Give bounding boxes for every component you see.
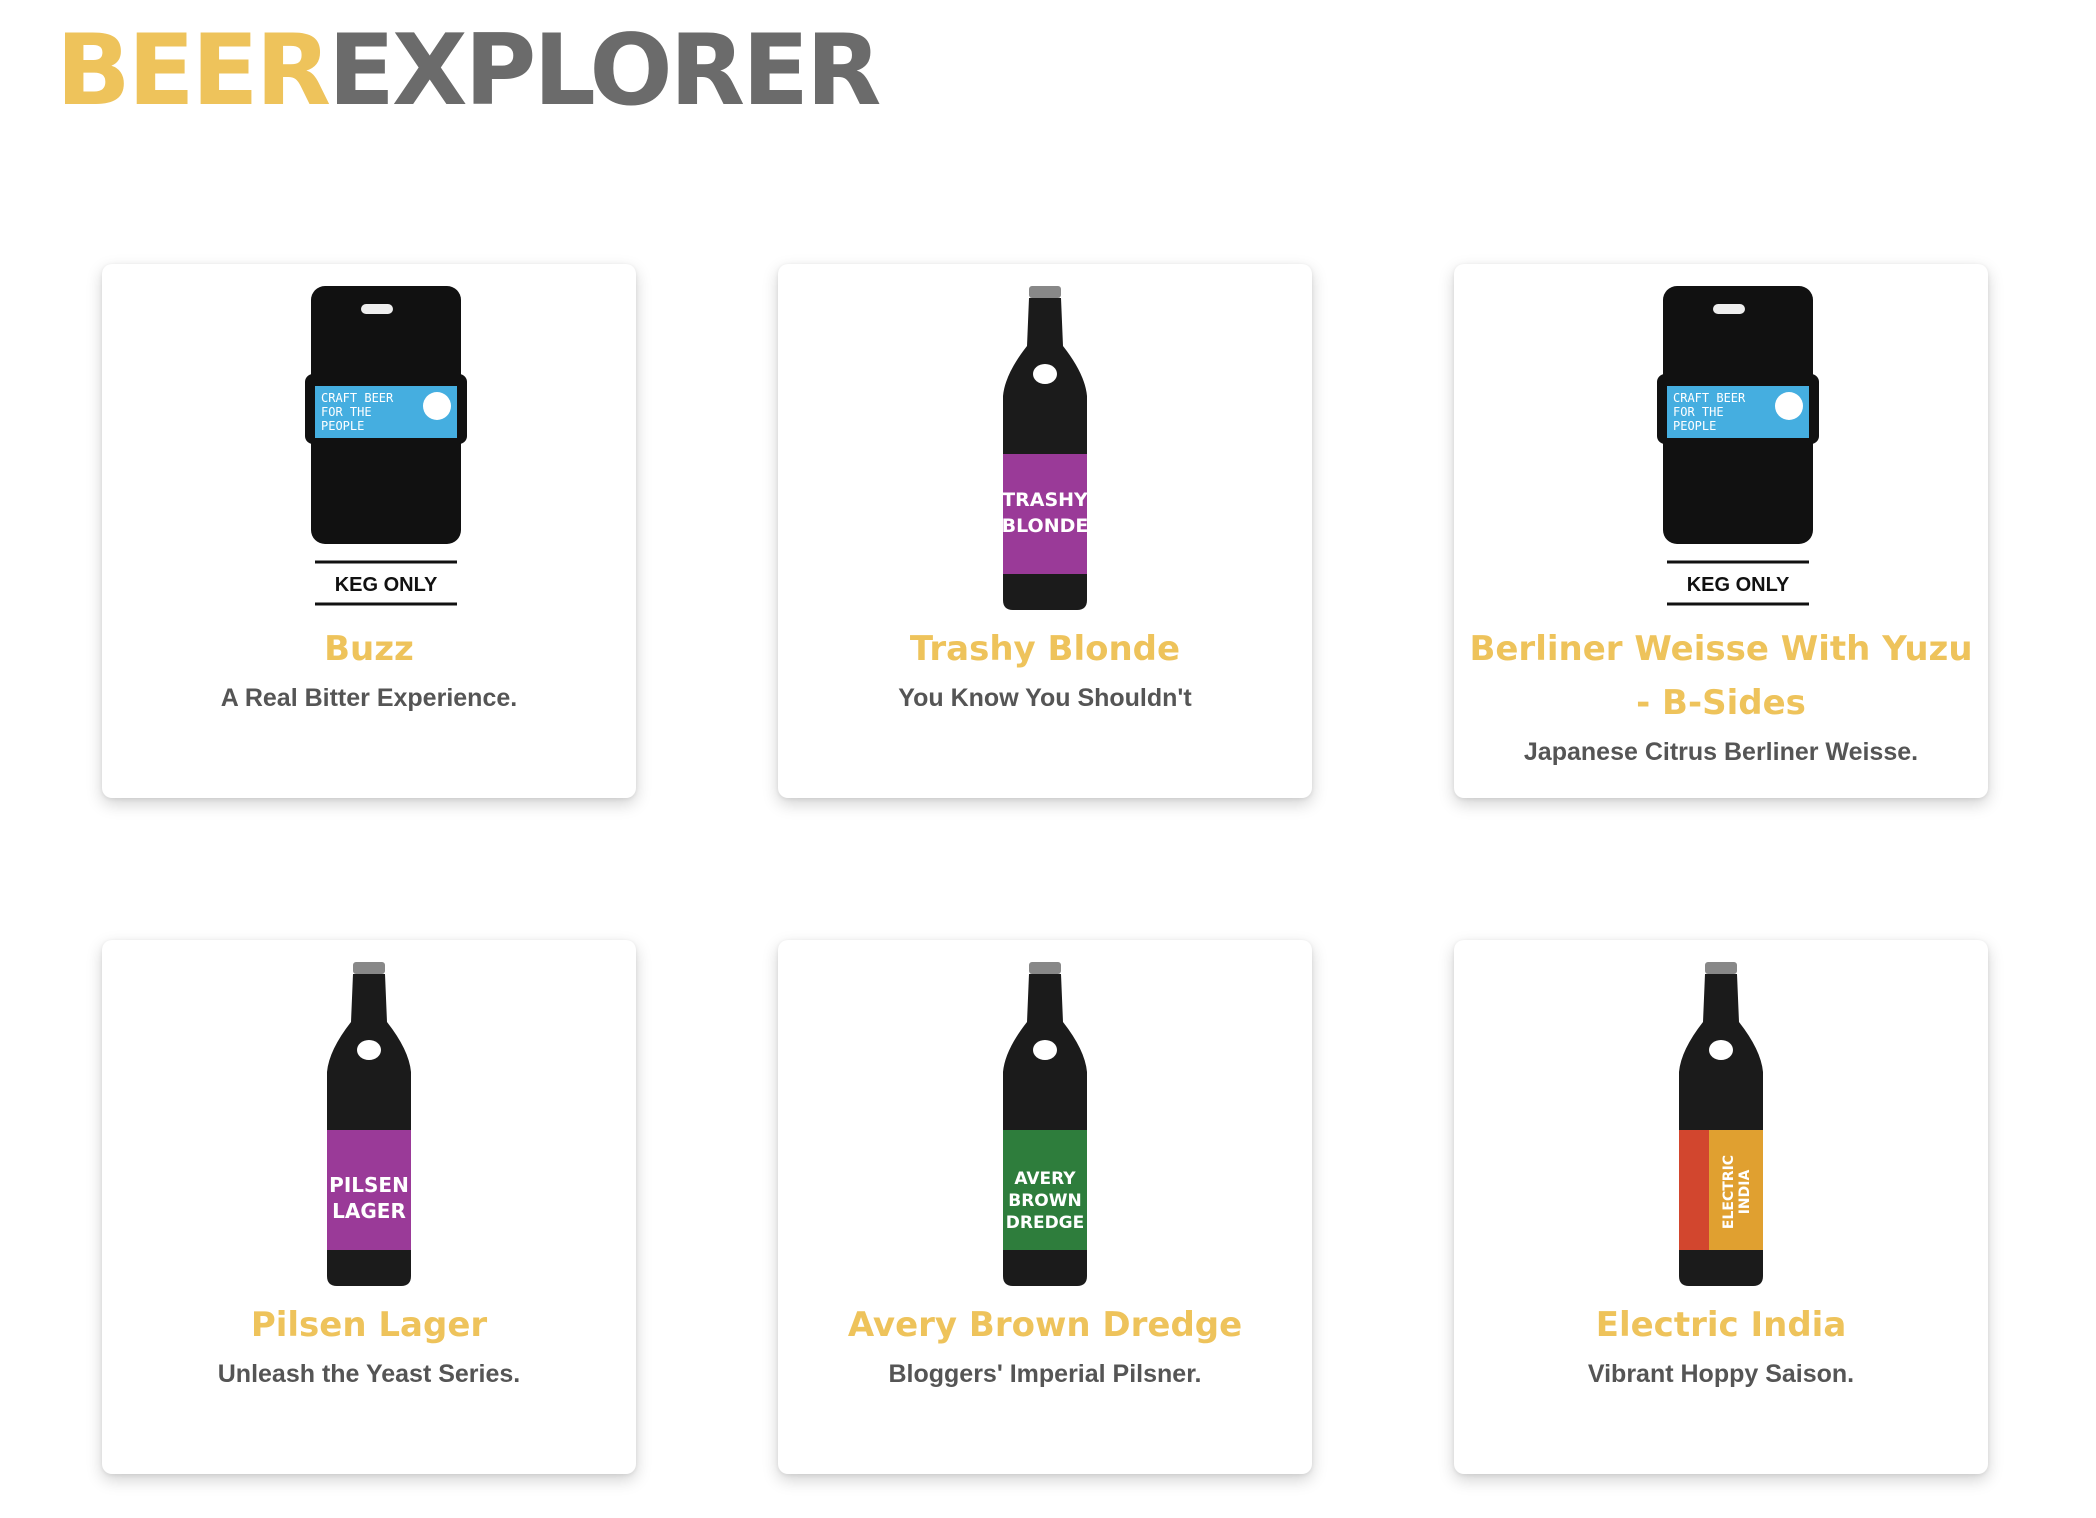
- beer-tagline: You Know You Shouldn't: [898, 684, 1192, 712]
- label-line: BLONDE: [1002, 515, 1089, 537]
- beer-name[interactable]: Trashy Blonde You Know You Shouldn't: [790, 622, 1300, 716]
- keg-image: CRAFT BEER FOR THE PEOPLE KEG ONLY: [1657, 286, 1819, 606]
- bottle-image: TRASHY BLONDE: [1002, 286, 1089, 610]
- label-line: PEOPLE: [321, 419, 364, 433]
- beer-tagline: Vibrant Hoppy Saison.: [1587, 1360, 1855, 1388]
- beer-image: TRASHY BLONDE: [778, 286, 1312, 616]
- label-line: INDIA: [1737, 1170, 1753, 1215]
- beer-tagline: Unleash the Yeast Series.: [217, 1360, 521, 1388]
- beer-name-text: Berliner Weisse With Yuzu - B-Sides: [1469, 629, 1973, 723]
- beer-name-text: Pilsen Lager: [250, 1305, 488, 1345]
- beer-tagline: A Real Bitter Experience.: [220, 684, 518, 712]
- bottle-label: [1003, 454, 1087, 574]
- keg-only-label: KEG ONLY: [1687, 574, 1790, 596]
- label-line: FOR THE: [321, 405, 372, 419]
- site-logo[interactable]: BEEREXPLORER: [56, 22, 882, 120]
- logo-explorer-text: EXPLORER: [328, 14, 881, 128]
- bottle-image: ELECTRIC INDIA: [1679, 962, 1763, 1286]
- label-line: FOR THE: [1673, 405, 1724, 419]
- label-line: CRAFT BEER: [1673, 391, 1746, 405]
- beer-image: CRAFT BEER FOR THE PEOPLE KEG ONLY: [102, 286, 636, 616]
- beer-name-text: Buzz: [324, 629, 414, 669]
- bottle-image: AVERY BROWN DREDGE: [1003, 962, 1087, 1286]
- label-line: ELECTRIC: [1721, 1155, 1737, 1229]
- beer-image: ELECTRIC INDIA: [1454, 962, 1988, 1292]
- beer-image: CRAFT BEER FOR THE PEOPLE KEG ONLY: [1454, 286, 1988, 616]
- beer-name[interactable]: Buzz A Real Bitter Experience.: [114, 622, 624, 716]
- label-line: LAGER: [332, 1199, 406, 1223]
- beer-name-text: Electric India: [1595, 1305, 1847, 1345]
- keg-only-label: KEG ONLY: [335, 574, 438, 596]
- beer-card[interactable]: CRAFT BEER FOR THE PEOPLE KEG ONLY Berli…: [1454, 264, 1988, 798]
- beer-image: PILSEN LAGER: [102, 962, 636, 1292]
- beer-tagline: Japanese Citrus Berliner Weisse.: [1523, 738, 1919, 766]
- beer-card[interactable]: ELECTRIC INDIA Electric India Vibrant Ho…: [1454, 940, 1988, 1474]
- beer-name[interactable]: Avery Brown Dredge Bloggers' Imperial Pi…: [790, 1298, 1300, 1392]
- beer-card[interactable]: CRAFT BEER FOR THE PEOPLE KEG ONLY Buzz …: [102, 264, 636, 798]
- beer-card[interactable]: PILSEN LAGER Pilsen Lager Unleash the Ye…: [102, 940, 636, 1474]
- beer-name-text: Avery Brown Dredge: [847, 1305, 1243, 1345]
- beer-name[interactable]: Berliner Weisse With Yuzu - B-Sides Japa…: [1466, 622, 1976, 770]
- label-line: CRAFT BEER: [321, 391, 394, 405]
- beer-image: AVERY BROWN DREDGE: [778, 962, 1312, 1292]
- label-line: PILSEN: [329, 1173, 409, 1197]
- beer-card[interactable]: TRASHY BLONDE Trashy Blonde You Know You…: [778, 264, 1312, 798]
- beer-name[interactable]: Electric India Vibrant Hoppy Saison.: [1466, 1298, 1976, 1392]
- beer-tagline: Bloggers' Imperial Pilsner.: [888, 1360, 1202, 1388]
- label-line: DREDGE: [1006, 1213, 1085, 1233]
- label-line: AVERY: [1014, 1169, 1076, 1189]
- label-line: TRASHY: [1002, 489, 1088, 511]
- beer-card[interactable]: AVERY BROWN DREDGE Avery Brown Dredge Bl…: [778, 940, 1312, 1474]
- label-line: PEOPLE: [1673, 419, 1716, 433]
- beer-name[interactable]: Pilsen Lager Unleash the Yeast Series.: [114, 1298, 624, 1392]
- bottle-image: PILSEN LAGER: [327, 962, 411, 1286]
- beer-name-text: Trashy Blonde: [909, 629, 1181, 669]
- label-line: BROWN: [1008, 1191, 1081, 1211]
- logo-beer-text: BEER: [56, 14, 331, 128]
- keg-image: CRAFT BEER FOR THE PEOPLE KEG ONLY: [305, 286, 467, 606]
